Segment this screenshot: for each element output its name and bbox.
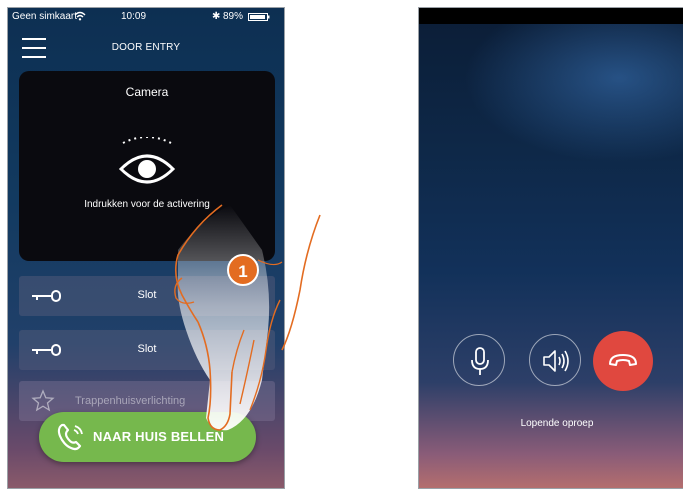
phone-icon	[57, 423, 83, 451]
door-entry-screen: Geen simkaart 10:09 ✱ 89% DOOR ENTRY Cam…	[7, 7, 285, 489]
speaker-icon	[543, 350, 569, 372]
lock-row-2[interactable]: Slot	[19, 330, 275, 370]
hang-up-icon	[609, 354, 637, 366]
lock-label: Slot	[137, 343, 157, 355]
hang-up-button[interactable]	[593, 331, 653, 391]
active-call-screen: Lopende oproep	[418, 7, 683, 489]
time-label: 10:09	[121, 11, 147, 22]
wifi-icon	[74, 11, 86, 24]
status-bar	[419, 8, 683, 24]
camera-title: Camera	[125, 85, 169, 99]
stair-light-label: Trappenhuisverlichting	[75, 395, 186, 407]
lock-label: Slot	[137, 289, 157, 301]
eye-icon	[118, 137, 176, 184]
carrier-label: Geen simkaart	[12, 11, 78, 22]
step-marker-badge: 1	[227, 254, 259, 286]
call-home-button[interactable]: NAAR HUIS BELLEN	[39, 412, 256, 462]
microphone-icon	[471, 347, 489, 375]
page-title: DOOR ENTRY	[111, 42, 181, 53]
bluetooth-icon: ✱	[212, 11, 221, 22]
call-home-label: NAAR HUIS BELLEN	[93, 429, 225, 444]
status-bar: Geen simkaart 10:09 ✱ 89%	[8, 8, 284, 26]
battery-icon	[248, 13, 270, 24]
star-icon	[31, 389, 55, 412]
camera-card[interactable]: Camera Indrukken voor de activering	[19, 71, 275, 261]
camera-activation-hint: Indrukken voor de activering	[84, 199, 210, 210]
microphone-button[interactable]	[453, 334, 505, 386]
speaker-button[interactable]	[529, 334, 581, 386]
battery-label: 89%	[223, 11, 244, 22]
call-status-label: Lopende oproep	[520, 418, 594, 429]
